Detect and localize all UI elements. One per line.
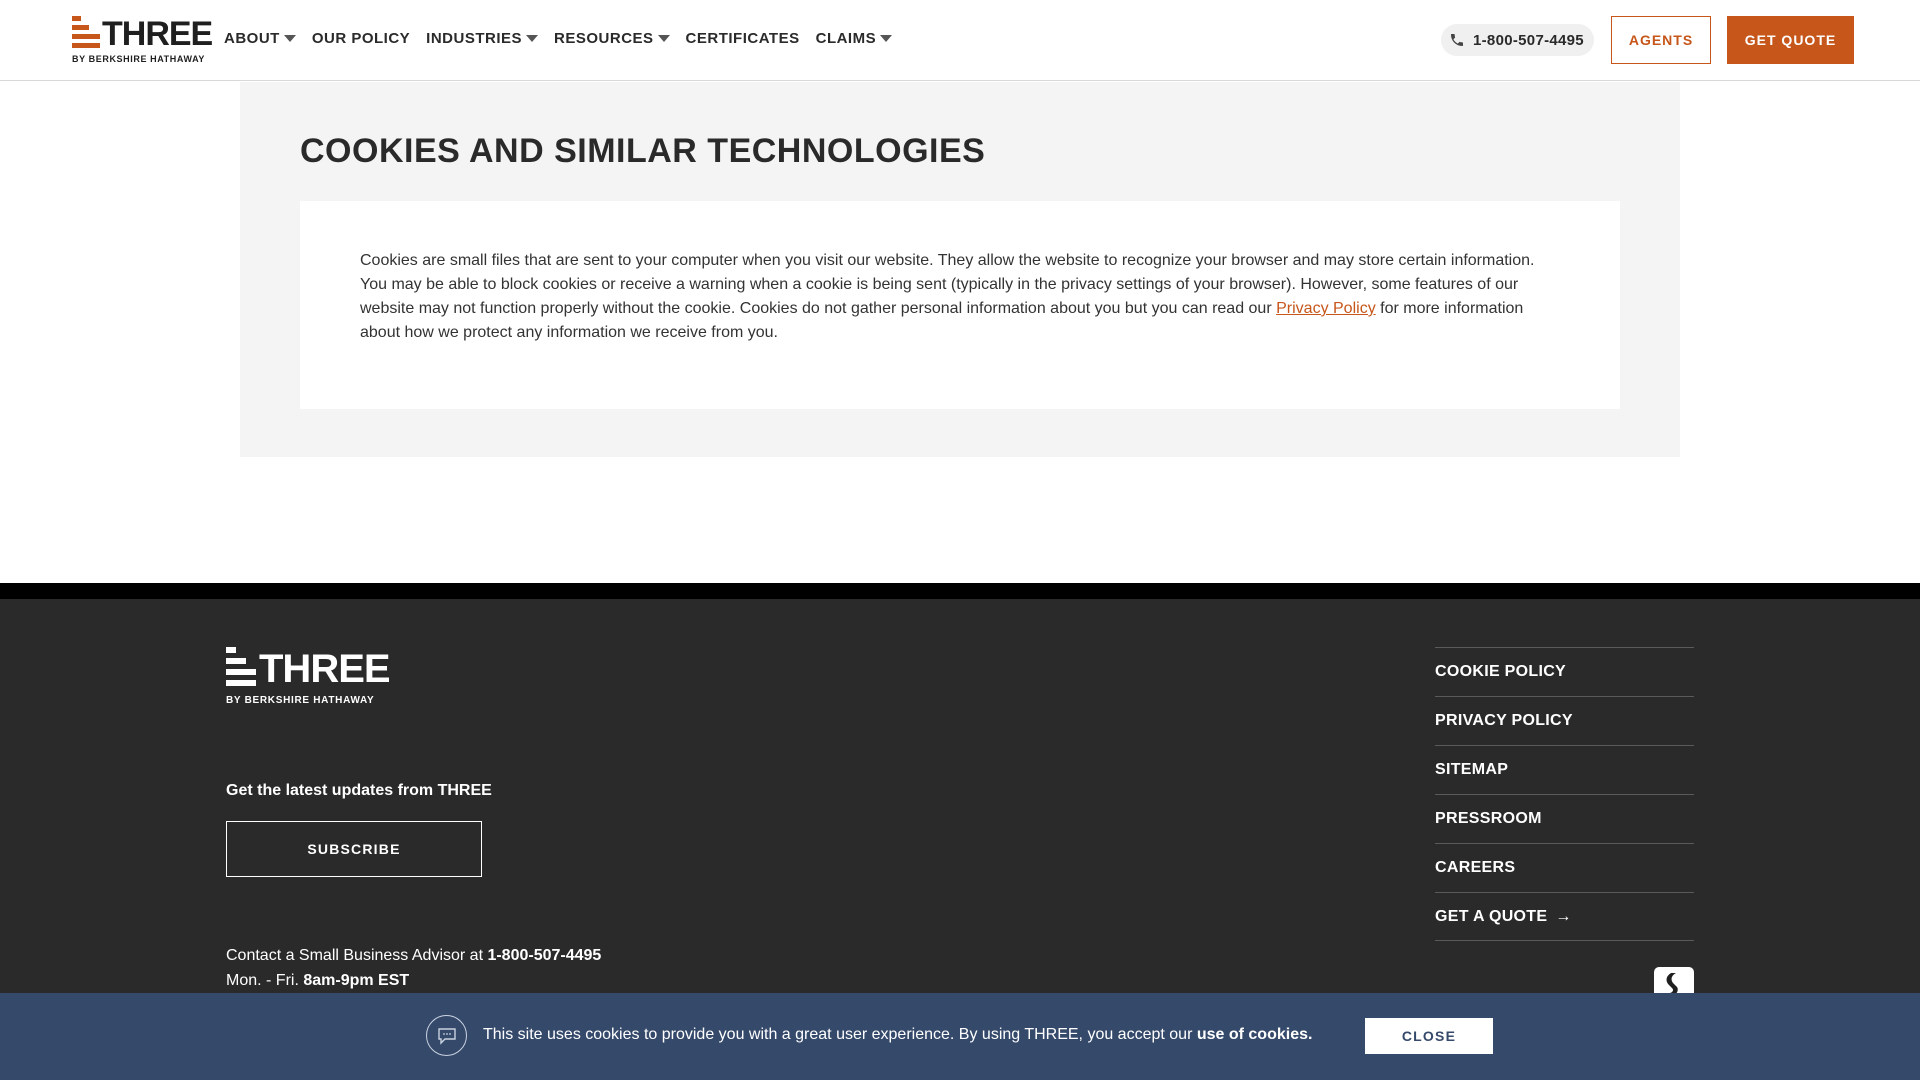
footer-link-careers[interactable]: CAREERS xyxy=(1435,843,1694,892)
logo-wordmark: THREE xyxy=(259,647,391,691)
nav-about[interactable]: ABOUT xyxy=(224,30,296,47)
phone-icon xyxy=(1451,34,1463,46)
cookie-close-button[interactable]: CLOSE xyxy=(1365,1018,1493,1054)
logo-bars-icon xyxy=(226,647,256,686)
cookies-section: COOKIES AND SIMILAR TECHNOLOGIES Cookies… xyxy=(240,82,1680,457)
chevron-down-icon xyxy=(526,35,539,42)
cookie-banner: This site uses cookies to provide you wi… xyxy=(0,993,1920,1080)
footer-link-pressroom[interactable]: PRESSROOM xyxy=(1435,794,1694,843)
content-card: Cookies are small files that are sent to… xyxy=(300,201,1620,409)
footer-link-get-a-quote[interactable]: GET A QUOTE → xyxy=(1435,892,1694,941)
footer-links: COOKIE POLICY PRIVACY POLICY SITEMAP PRE… xyxy=(1435,647,1694,941)
phone-number: 1-800-507-4495 xyxy=(1473,31,1584,49)
agents-button[interactable]: AGENTS xyxy=(1611,16,1711,64)
footer-link-cookie-policy[interactable]: COOKIE POLICY xyxy=(1435,647,1694,696)
chevron-down-icon xyxy=(880,35,893,42)
footer-link-privacy-policy[interactable]: PRIVACY POLICY xyxy=(1435,696,1694,745)
footer-logo[interactable]: THREE BY BERKSHIRE HATHAWAY xyxy=(226,647,406,709)
chevron-down-icon xyxy=(657,35,670,42)
main-nav: ABOUT OUR POLICY INDUSTRIES RESOURCES CE… xyxy=(224,30,908,47)
footer-divider xyxy=(0,583,1920,599)
privacy-policy-link[interactable]: Privacy Policy xyxy=(1276,300,1376,317)
nav-resources[interactable]: RESOURCES xyxy=(554,30,670,47)
phone-link[interactable]: 1-800-507-4495 xyxy=(1441,24,1594,56)
get-quote-button[interactable]: GET QUOTE xyxy=(1727,16,1854,64)
subscribe-button[interactable]: SUBSCRIBE xyxy=(226,821,482,877)
page-title: COOKIES AND SIMILAR TECHNOLOGIES xyxy=(300,132,986,170)
cookies-description: Cookies are small files that are sent to… xyxy=(360,252,1535,341)
use-of-cookies-link[interactable]: use of cookies. xyxy=(1197,1026,1313,1043)
contact-info: Contact a Small Business Advisor at 1-80… xyxy=(226,947,602,989)
cookie-notice-text: This site uses cookies to provide you wi… xyxy=(483,1026,1313,1043)
chevron-down-icon xyxy=(283,35,296,42)
logo-subtitle: BY BERKSHIRE HATHAWAY xyxy=(226,695,375,706)
updates-heading: Get the latest updates from THREE xyxy=(226,782,492,799)
logo-wordmark: THREE xyxy=(102,15,213,53)
arrow-right-icon: → xyxy=(1555,907,1572,925)
nav-industries[interactable]: INDUSTRIES xyxy=(426,30,539,47)
nav-our-policy[interactable]: OUR POLICY xyxy=(312,30,410,47)
logo-bars-icon xyxy=(72,16,100,48)
contact-phone[interactable]: 1-800-507-4495 xyxy=(487,947,601,964)
footer-link-sitemap[interactable]: SITEMAP xyxy=(1435,745,1694,794)
business-hours: 8am-9pm EST xyxy=(303,972,410,989)
logo-subtitle: BY BERKSHIRE HATHAWAY xyxy=(72,54,205,64)
chat-bubble-icon xyxy=(426,1015,467,1056)
site-header: THREE BY BERKSHIRE HATHAWAY ABOUT OUR PO… xyxy=(0,0,1920,81)
three-logo[interactable]: THREE BY BERKSHIRE HATHAWAY xyxy=(72,15,213,66)
nav-claims[interactable]: CLAIMS xyxy=(816,30,893,47)
nav-certificates[interactable]: CERTIFICATES xyxy=(686,30,800,47)
